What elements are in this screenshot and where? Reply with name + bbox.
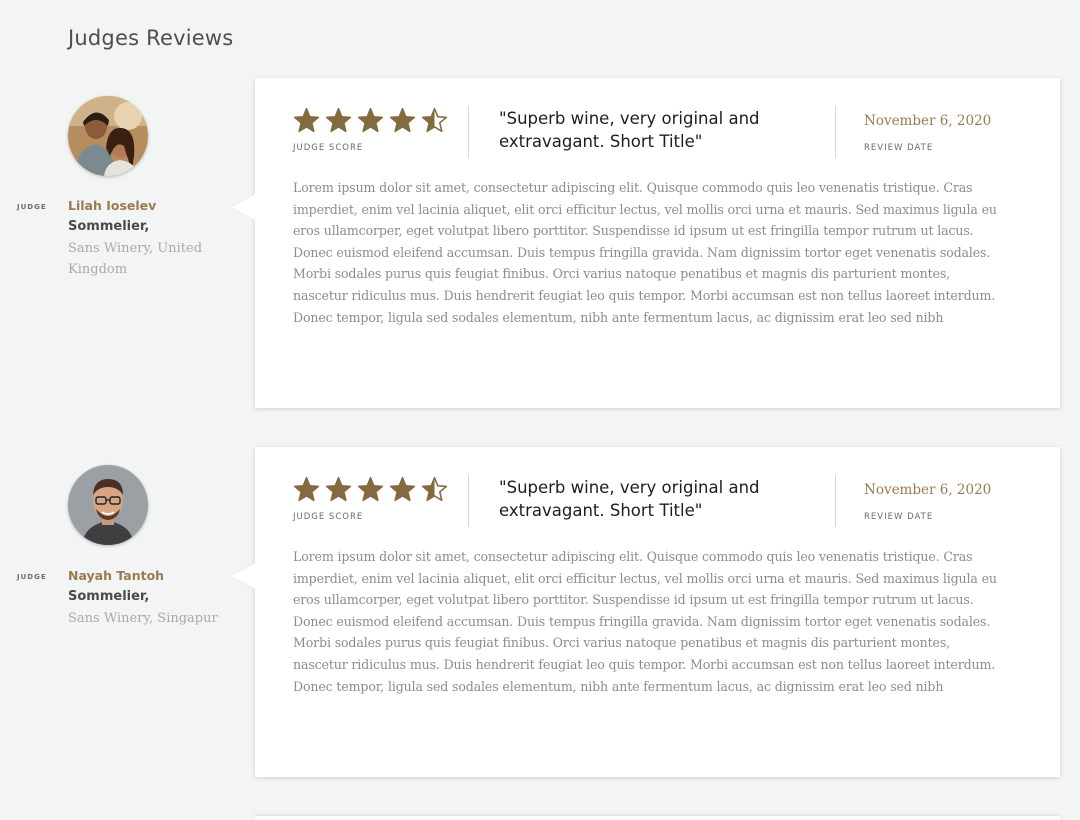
review-date-label: REVIEW DATE	[864, 512, 934, 522]
man-glasses-avatar-icon	[68, 465, 148, 545]
judge-role: Sommelier,	[68, 219, 150, 234]
next-review-card-edge	[255, 816, 1060, 820]
judge-org: Sans Winery, Singapur	[68, 611, 218, 626]
card-pointer	[231, 194, 255, 220]
star-full-icon	[325, 107, 352, 133]
star-full-icon	[357, 107, 384, 133]
judge-name[interactable]: Nayah Tantoh	[68, 568, 164, 583]
star-full-icon	[325, 476, 352, 502]
judge-name[interactable]: Lilah Ioselev	[68, 198, 156, 213]
judge-tag: JUDGE	[17, 203, 47, 211]
review-card: JUDGE SCORE "Superb wine, very original …	[230, 78, 1060, 408]
divider	[468, 475, 469, 527]
judge-avatar[interactable]	[68, 96, 148, 176]
review-body: Lorem ipsum dolor sit amet, consectetur …	[293, 549, 997, 694]
judge-org: Sans Winery, United Kingdom	[68, 241, 203, 277]
star-full-icon	[357, 476, 384, 502]
star-half-icon	[421, 107, 448, 133]
card-pointer	[231, 563, 255, 589]
review-title: "Superb wine, very original and extravag…	[499, 478, 760, 520]
star-full-icon	[389, 107, 416, 133]
review-card: JUDGE SCORE "Superb wine, very original …	[230, 447, 1060, 777]
review-date-label: REVIEW DATE	[864, 143, 934, 153]
divider	[835, 475, 836, 527]
review-body: Lorem ipsum dolor sit amet, consectetur …	[293, 180, 997, 325]
star-full-icon	[389, 476, 416, 502]
review-title: "Superb wine, very original and extravag…	[499, 109, 760, 151]
section-title: Judges Reviews	[68, 26, 234, 51]
judge-role: Sommelier,	[68, 589, 150, 604]
star-full-icon	[293, 107, 320, 133]
star-full-icon	[293, 476, 320, 502]
judge-tag: JUDGE	[17, 573, 47, 581]
divider	[468, 106, 469, 158]
judge-score-label: JUDGE SCORE	[293, 512, 364, 522]
judge-score-label: JUDGE SCORE	[293, 143, 364, 153]
star-rating	[293, 107, 448, 133]
review-date: November 6, 2020	[864, 113, 992, 129]
judge-avatar[interactable]	[68, 465, 148, 545]
star-half-icon	[421, 476, 448, 502]
couple-avatar-icon	[68, 96, 148, 176]
star-rating	[293, 476, 448, 502]
review-date: November 6, 2020	[864, 482, 992, 498]
divider	[835, 106, 836, 158]
